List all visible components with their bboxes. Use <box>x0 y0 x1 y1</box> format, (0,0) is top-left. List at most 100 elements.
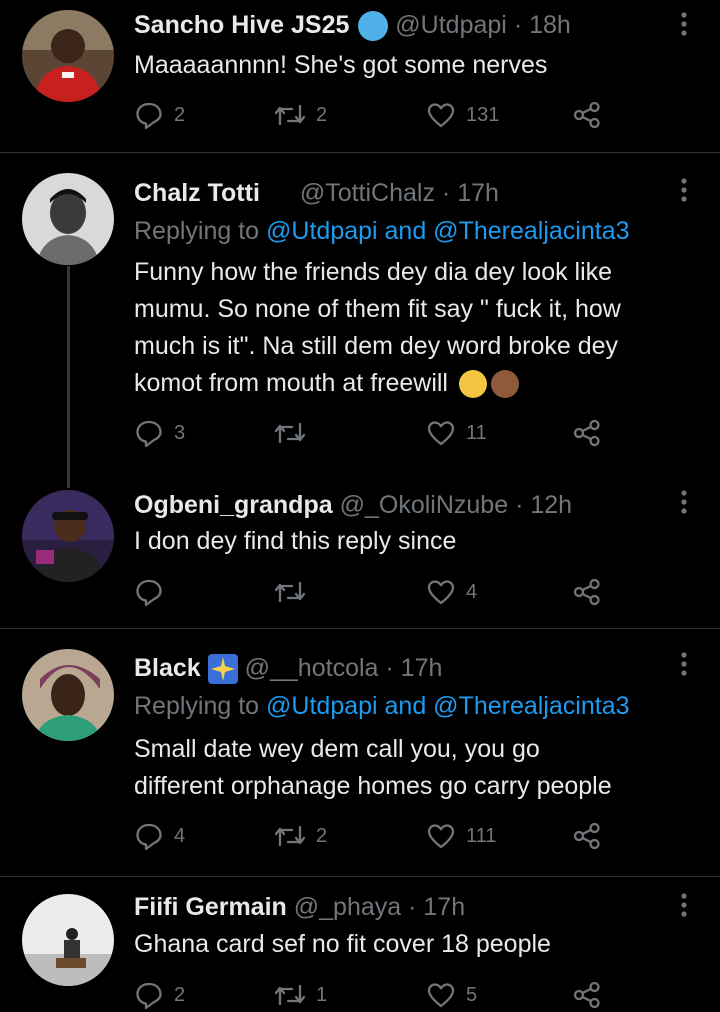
tweet-3[interactable]: Ogbeni_grandpa @_OkoliNzube · 12h I don … <box>0 473 720 626</box>
avatar[interactable] <box>22 173 114 265</box>
sparkle-emoji-icon <box>207 654 238 685</box>
share-button[interactable] <box>572 819 602 853</box>
more-options-icon[interactable] <box>672 650 696 680</box>
share-icon <box>573 101 600 129</box>
avatar[interactable] <box>22 894 114 986</box>
separator-dot: · <box>385 654 394 682</box>
more-options-icon[interactable] <box>672 488 696 518</box>
timestamp[interactable]: 12h <box>530 491 572 519</box>
avatar[interactable] <box>22 490 114 582</box>
like-count: 131 <box>466 103 500 126</box>
share-icon <box>573 578 600 606</box>
separator-dot: · <box>408 893 417 921</box>
user-handle[interactable]: @_phaya <box>294 893 401 921</box>
display-name[interactable]: Black <box>134 654 201 682</box>
tweet-5[interactable]: Fiifi Germain @_phaya · 17h Ghana card s… <box>0 877 720 1010</box>
user-handle[interactable]: @__hotcola <box>245 654 379 682</box>
share-button[interactable] <box>572 978 602 1012</box>
retweet-button[interactable] <box>274 575 316 609</box>
tweet-4[interactable]: Black @__hotcola · 17h Replying to @Utdp… <box>0 629 720 876</box>
share-icon <box>573 822 600 850</box>
tweet-2[interactable]: Chalz Totti @TottiChalz · 17h Replying t… <box>0 153 720 473</box>
timestamp[interactable]: 17h <box>401 654 443 682</box>
tweet-text: Small date wey dem call you, you go diff… <box>134 731 704 805</box>
retweet-button[interactable]: 2 <box>274 98 327 132</box>
user-handle[interactable]: @TottiChalz <box>300 179 435 207</box>
tweet-text-line: different orphanage homes go carry peopl… <box>134 772 612 800</box>
avatar[interactable] <box>22 649 114 741</box>
like-count: 111 <box>466 824 497 847</box>
like-count: 4 <box>466 580 478 603</box>
tweet-header: Fiifi Germain @_phaya · 17h <box>134 892 465 922</box>
timestamp[interactable]: 17h <box>423 893 465 921</box>
tweet-1[interactable]: Sancho Hive JS25 @Utdpapi · 18h Maaaaann… <box>0 0 720 150</box>
reply-button[interactable]: 2 <box>134 98 185 132</box>
retweet-icon <box>274 104 306 126</box>
replying-to-label: Replying to <box>134 692 260 720</box>
more-options-icon[interactable] <box>672 891 696 921</box>
separator-dot: · <box>513 11 523 39</box>
retweet-button[interactable] <box>274 416 316 450</box>
reply-button[interactable] <box>134 575 174 609</box>
reply-count: 2 <box>174 103 186 126</box>
more-options-icon[interactable] <box>672 176 696 206</box>
timestamp[interactable]: 17h <box>457 179 499 207</box>
reply-icon <box>136 823 162 851</box>
avatar[interactable] <box>22 10 114 102</box>
reply-count: 3 <box>174 421 186 444</box>
tweet-text: Maaaaannnn! She's got some nerves <box>134 51 548 79</box>
reply-button[interactable]: 2 <box>134 978 185 1012</box>
tweet-text-line-content: komot from mouth at freewill <box>134 369 448 397</box>
reply-icon <box>136 579 162 607</box>
mention-link[interactable]: @Utdpapi and @Therealjacinta3 <box>266 692 629 720</box>
tweet-header: Chalz Totti @TottiChalz · 17h <box>134 178 499 208</box>
verified-emoji-icon <box>358 11 389 42</box>
mention-link[interactable]: @Utdpapi and @Therealjacinta3 <box>266 217 629 245</box>
user-handle[interactable]: @Utdpapi <box>395 11 507 39</box>
like-button[interactable]: 4 <box>426 575 477 609</box>
tweet-header: Black @__hotcola · 17h <box>134 653 443 685</box>
like-button[interactable]: 131 <box>426 98 499 132</box>
share-button[interactable] <box>572 575 602 609</box>
reply-icon <box>136 102 162 130</box>
display-name[interactable]: Fiifi Germain <box>134 893 287 921</box>
tweet-text-line: Funny how the friends dey dia dey look l… <box>134 258 613 286</box>
like-button[interactable]: 111 <box>426 819 496 853</box>
reply-count: 2 <box>174 983 186 1006</box>
tweet-text: Funny how the friends dey dia dey look l… <box>134 254 704 402</box>
heart-icon <box>427 580 455 605</box>
retweet-button[interactable]: 2 <box>274 819 327 853</box>
display-name[interactable]: Chalz Totti <box>134 179 260 207</box>
like-button[interactable]: 5 <box>426 978 477 1012</box>
user-handle[interactable]: @_OkoliNzube <box>340 491 509 519</box>
retweet-icon <box>274 825 306 847</box>
separator-dot: · <box>515 491 524 519</box>
like-button[interactable]: 11 <box>426 416 487 450</box>
retweet-count: 2 <box>316 103 328 126</box>
reply-button[interactable]: 4 <box>134 819 185 853</box>
share-button[interactable] <box>572 416 602 450</box>
retweet-count: 1 <box>316 983 328 1006</box>
laughing-emoji-icon <box>458 370 487 399</box>
separator-dot: · <box>441 179 451 207</box>
tweet-text: Ghana card sef no fit cover 18 people <box>134 930 551 958</box>
tweet-actions: 2 2 131 <box>134 98 614 132</box>
reply-icon <box>136 420 162 448</box>
tweet-text-line: much is it". Na still dem dey word broke… <box>134 332 619 360</box>
replying-to: Replying to @Utdpapi and @Therealjacinta… <box>134 690 630 722</box>
share-icon <box>573 419 600 447</box>
share-button[interactable] <box>572 98 602 132</box>
tweet-text: I don dey find this reply since <box>134 527 457 555</box>
retweet-button[interactable]: 1 <box>274 978 327 1012</box>
reply-button[interactable]: 3 <box>134 416 185 450</box>
timestamp[interactable]: 18h <box>529 11 571 39</box>
tweet-header: Sancho Hive JS25 @Utdpapi · 18h <box>134 10 571 42</box>
facepalm-emoji-icon <box>490 370 519 399</box>
tweet-actions: 4 <box>134 575 614 609</box>
like-count: 11 <box>466 421 487 444</box>
display-name[interactable]: Sancho Hive JS25 <box>134 11 349 39</box>
display-name[interactable]: Ogbeni_grandpa <box>134 491 333 519</box>
tweet-actions: 4 2 111 <box>134 819 614 853</box>
more-options-icon[interactable] <box>672 10 696 40</box>
retweet-icon <box>274 422 306 444</box>
